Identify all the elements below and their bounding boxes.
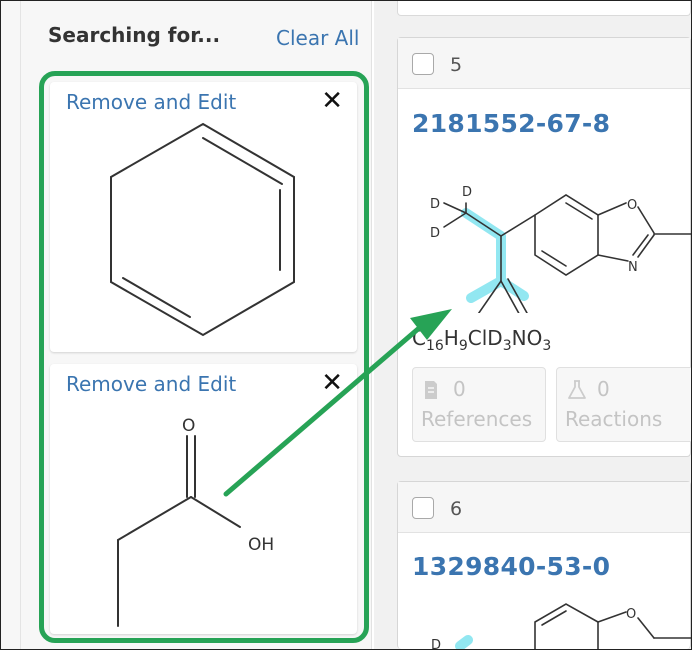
molecular-formula: C16H9ClD3NO3 [412, 326, 552, 354]
reactions-button[interactable]: 0 Reactions [556, 367, 692, 442]
result-card: 6 1329840-53-0 D O [397, 481, 692, 650]
cas-number-link[interactable]: 1329840-53-0 [412, 552, 610, 581]
query-card-benzene: Remove and Edit ✕ [50, 82, 357, 352]
result-select-checkbox[interactable] [412, 53, 434, 75]
ring-oxygen-label: O [627, 198, 637, 213]
flask-icon [568, 380, 586, 399]
searching-for-title: Searching for... [48, 23, 221, 47]
references-label: References [421, 407, 533, 431]
cas-number-link[interactable]: 2181552-67-8 [412, 109, 610, 138]
benzene-structure [110, 122, 295, 337]
panel-divider [20, 1, 21, 649]
references-count: 0 [453, 377, 466, 401]
deuterium-label: D [430, 197, 440, 212]
ring-oxygen-label: O [626, 607, 636, 622]
result-structure: D O [431, 603, 692, 650]
result-card-header: 5 [398, 38, 690, 89]
oxygen-label: O [182, 416, 195, 436]
result-card-header: 6 [398, 482, 690, 533]
result-structure: D D D HO O O N [430, 185, 692, 313]
ring-nitrogen-label: N [628, 260, 638, 275]
result-card: 5 2181552-67-8 D D D O N C16H9ClD3NO3 0 … [397, 37, 692, 457]
clear-all-link[interactable]: Clear All [276, 26, 359, 50]
document-icon [425, 381, 437, 399]
deuterium-label: D [431, 638, 441, 650]
propanoic-acid-structure: O OH [117, 416, 274, 627]
previous-result-card [397, 0, 691, 16]
reactions-label: Reactions [565, 407, 663, 431]
result-select-checkbox[interactable] [412, 497, 434, 519]
deuterium-label: D [462, 185, 472, 200]
query-card-propanoic-acid: Remove and Edit ✕ O OH [50, 364, 357, 634]
hydroxyl-label: OH [248, 535, 274, 555]
references-button[interactable]: 0 References [412, 367, 546, 442]
deuterium-label: D [430, 226, 440, 241]
result-number: 6 [450, 498, 463, 520]
result-number: 5 [450, 54, 463, 76]
reactions-count: 0 [597, 377, 610, 401]
